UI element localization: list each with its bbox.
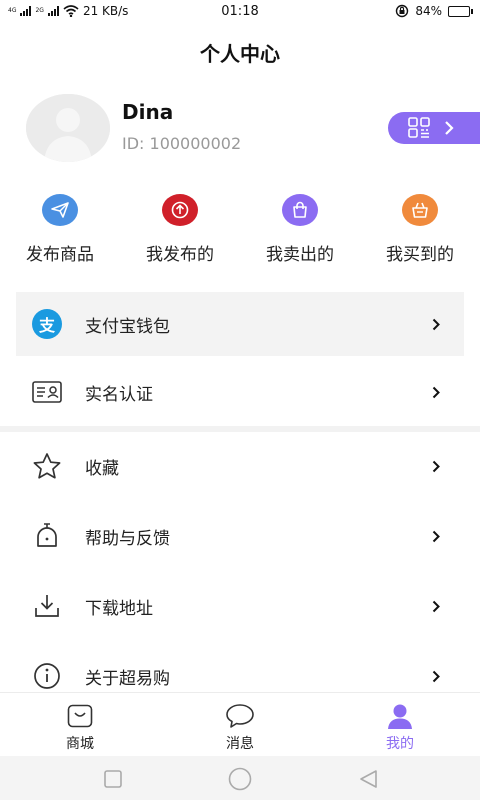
- page-title: 个人中心: [200, 42, 280, 66]
- action-my-bought[interactable]: 我买到的: [360, 194, 480, 265]
- person-icon: [340, 703, 460, 729]
- alipay-icon: 支: [30, 307, 64, 341]
- section-separator: [0, 426, 480, 432]
- avatar[interactable]: [26, 94, 110, 162]
- menu-label: 帮助与反馈: [85, 528, 170, 549]
- info-icon: [30, 659, 64, 693]
- action-my-sold[interactable]: 我卖出的: [240, 194, 360, 265]
- chevron-right-icon: [432, 670, 440, 683]
- action-label: 我卖出的: [266, 245, 334, 265]
- chevron-right-icon: [432, 600, 440, 613]
- chevron-right-icon: [445, 121, 454, 135]
- shopping-bag-icon: [282, 194, 318, 226]
- chevron-right-icon: [432, 460, 440, 473]
- menu-label: 下载地址: [85, 598, 153, 619]
- user-id: ID: 100000002: [122, 134, 242, 153]
- bottom-nav: 商城 消息 我的: [0, 692, 480, 756]
- basket-icon: [402, 194, 438, 226]
- alipay-glyph: 支: [38, 316, 55, 335]
- chevron-right-icon: [432, 386, 440, 399]
- paper-plane-icon: [42, 194, 78, 226]
- menu-item-help-feedback[interactable]: 帮助与反馈: [0, 504, 480, 568]
- star-icon: [30, 449, 64, 483]
- menu-label: 收藏: [85, 458, 119, 479]
- nav-item-shop[interactable]: 商城: [20, 703, 140, 753]
- system-nav-bar: [0, 756, 480, 800]
- menu-item-alipay-wallet[interactable]: 支 支付宝钱包: [16, 292, 464, 356]
- action-publish[interactable]: 发布商品: [0, 194, 120, 265]
- action-label: 我发布的: [146, 245, 214, 265]
- menu-label: 关于超易购: [85, 668, 170, 689]
- menu-label: 实名认证: [85, 384, 153, 405]
- upload-icon: [162, 194, 198, 226]
- action-label: 发布商品: [26, 245, 94, 265]
- home-icon[interactable]: [228, 767, 252, 791]
- menu-item-favorites[interactable]: 收藏: [0, 434, 480, 498]
- lock-rotation-icon: [396, 4, 409, 18]
- status-right: 84%: [395, 4, 473, 18]
- battery-icon: [448, 5, 473, 17]
- nav-item-me[interactable]: 我的: [340, 703, 460, 753]
- bell-icon: [30, 519, 64, 553]
- menu-item-download[interactable]: 下载地址: [0, 574, 480, 638]
- user-name: Dina: [122, 100, 174, 124]
- nav-label: 消息: [226, 736, 254, 752]
- nav-item-messages[interactable]: 消息: [180, 703, 300, 753]
- back-icon[interactable]: [358, 769, 378, 789]
- menu-label: 支付宝钱包: [85, 316, 170, 337]
- quick-actions: 发布商品 我发布的 我卖出的 我买到的: [0, 194, 480, 274]
- nav-label: 我的: [386, 736, 414, 752]
- download-icon: [30, 589, 64, 623]
- shop-icon: [20, 703, 140, 729]
- action-label: 我买到的: [386, 245, 454, 265]
- qr-code-button[interactable]: [388, 112, 480, 144]
- action-my-published[interactable]: 我发布的: [120, 194, 240, 265]
- chat-bubble-icon: [180, 703, 300, 729]
- chevron-right-icon: [432, 318, 440, 331]
- id-card-icon: [30, 375, 64, 409]
- recent-apps-icon[interactable]: [104, 770, 122, 788]
- battery-percent: 84%: [415, 4, 442, 18]
- status-bar: 4G 2G 21 KB/s 01:18 84%: [0, 0, 480, 22]
- menu-item-real-name[interactable]: 实名认证: [0, 360, 480, 424]
- avatar-placeholder-icon: [26, 94, 110, 162]
- qr-code-icon: [408, 117, 430, 138]
- nav-label: 商城: [66, 736, 94, 752]
- chevron-right-icon: [432, 530, 440, 543]
